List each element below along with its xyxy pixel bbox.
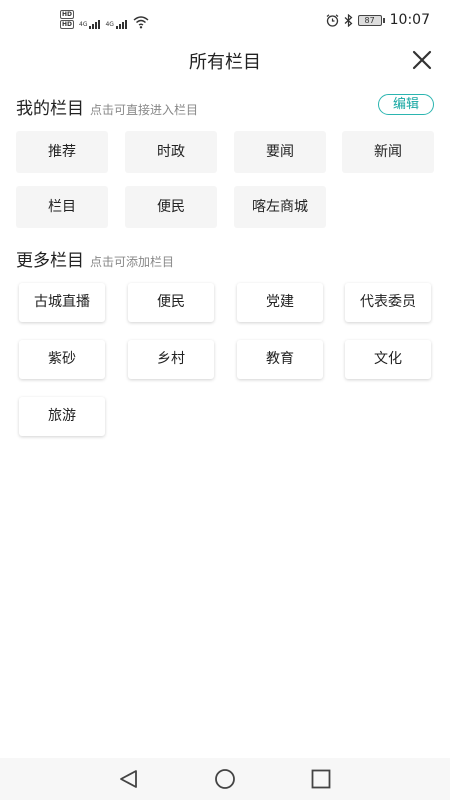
back-triangle-icon[interactable] [117, 768, 141, 790]
edit-button[interactable]: 编辑 [378, 94, 434, 115]
clock: 10:07 [389, 12, 430, 28]
battery-icon: 87 [357, 14, 385, 26]
alarm-icon [326, 13, 339, 27]
more-channel-chip[interactable]: 紫砂 [19, 340, 105, 379]
more-channel-chip[interactable]: 便民 [128, 283, 214, 322]
home-circle-icon[interactable] [213, 768, 237, 790]
recents-square-icon[interactable] [309, 768, 333, 790]
bluetooth-icon [344, 13, 353, 27]
title-bar: 所有栏目 [0, 42, 450, 80]
network-type: 4G [79, 21, 88, 28]
my-channel-chip[interactable]: 栏目 [16, 186, 108, 228]
status-bar: HD HD 4G 4G 87 10:07 [0, 0, 450, 42]
signal-icon: 4G [105, 20, 127, 29]
section-title: 我的栏目 [16, 99, 84, 119]
status-right: 87 10:07 [326, 12, 430, 28]
more-channel-chip[interactable]: 乡村 [128, 340, 214, 379]
my-channel-chip[interactable]: 喀左商城 [234, 186, 326, 228]
more-channel-chip[interactable]: 文化 [345, 340, 431, 379]
my-channel-chip[interactable]: 要闻 [234, 131, 326, 173]
my-channel-chip[interactable]: 推荐 [16, 131, 108, 173]
my-channel-chip[interactable]: 新闻 [342, 131, 434, 173]
section-hint: 点击可直接进入栏目 [90, 103, 199, 117]
my-channel-chip[interactable]: 时政 [125, 131, 217, 173]
page-title: 所有栏目 [189, 52, 261, 73]
network-type: 4G [105, 21, 114, 28]
hd-badge: HD [60, 20, 75, 29]
section-hint: 点击可添加栏目 [90, 255, 175, 269]
more-channel-chip[interactable]: 旅游 [19, 397, 105, 436]
more-channel-chip[interactable]: 教育 [237, 340, 323, 379]
hd-badge: HD [60, 10, 75, 19]
status-left: HD HD 4G 4G [60, 10, 149, 29]
signal-icon: 4G [79, 20, 101, 29]
my-channels-header: 我的栏目 点击可直接进入栏目 [16, 94, 198, 119]
section-title: 更多栏目 [16, 251, 84, 271]
wifi-icon [133, 16, 149, 29]
more-channel-chip[interactable]: 代表委员 [345, 283, 431, 322]
close-icon[interactable] [410, 48, 434, 72]
my-channel-chip[interactable]: 便民 [125, 186, 217, 228]
more-channel-chip[interactable]: 党建 [237, 283, 323, 322]
more-channels-header: 更多栏目 点击可添加栏目 [16, 246, 174, 271]
hd-indicators: HD HD [60, 10, 75, 29]
more-channel-chip[interactable]: 古城直播 [19, 283, 105, 322]
battery-level: 87 [357, 14, 382, 26]
system-nav-bar [0, 758, 450, 800]
